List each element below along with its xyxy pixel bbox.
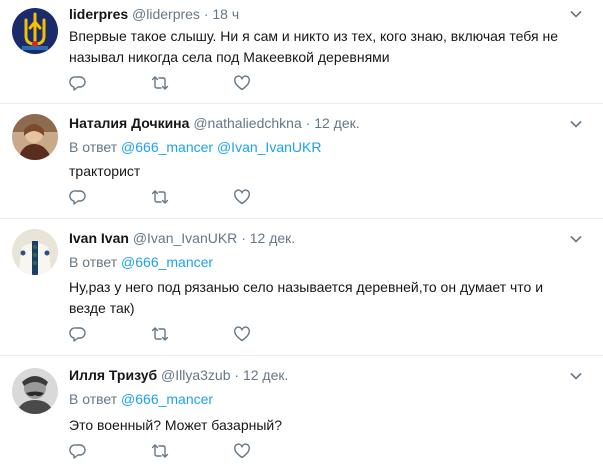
avatar[interactable] — [12, 229, 58, 275]
timestamp[interactable]: 12 дек. — [314, 115, 359, 131]
chevron-down-icon — [570, 235, 582, 243]
avatar[interactable] — [12, 114, 58, 160]
tweet-menu-button[interactable] — [569, 369, 583, 383]
reply-icon — [69, 444, 86, 459]
mention-link[interactable]: @Ivan_IvanUKR — [217, 139, 321, 155]
reply-button[interactable] — [69, 325, 87, 343]
timestamp[interactable]: 18 ч — [212, 6, 239, 22]
retweet-icon — [151, 76, 169, 90]
like-button[interactable] — [233, 442, 251, 460]
retweet-button[interactable] — [151, 442, 169, 460]
reply-prefix: В ответ — [69, 391, 118, 407]
chevron-down-icon — [570, 120, 582, 128]
retweet-button[interactable] — [151, 74, 169, 92]
reply-icon — [69, 327, 86, 342]
person-photo-icon — [12, 114, 58, 160]
user-handle[interactable]: @Ivan_IvanUKR — [133, 230, 237, 246]
separator: · — [234, 367, 240, 383]
tweet-menu-button[interactable] — [569, 7, 583, 21]
user-handle[interactable]: @nathaliedchkna — [193, 115, 301, 131]
mustached-portrait-icon — [12, 368, 58, 414]
reply-context: В ответ @666_mancer — [69, 252, 567, 272]
tweet-text: тракторист — [69, 163, 141, 179]
mention-link[interactable]: @666_mancer — [121, 139, 213, 155]
timestamp[interactable]: 12 дек. — [243, 367, 288, 383]
reply-icon — [69, 76, 86, 91]
separator: · — [241, 230, 246, 246]
avatar[interactable] — [12, 8, 58, 54]
tweet-header: Ivan Ivan @Ivan_IvanUKR · 12 дек. — [69, 228, 567, 248]
reply-context: В ответ @666_mancer — [69, 389, 567, 409]
reply-context: В ответ @666_mancer @Ivan_IvanUKR — [69, 137, 567, 157]
reply-icon — [69, 190, 86, 205]
reply-button[interactable] — [69, 74, 87, 92]
retweet-button[interactable] — [151, 325, 169, 343]
mention-link[interactable]: @666_mancer — [121, 254, 213, 270]
reply-prefix: В ответ — [69, 139, 118, 155]
tweet-header: Наталия Дочкина @nathaliedchkna · 12 дек… — [69, 113, 567, 133]
user-handle[interactable]: @Illya3zub — [161, 367, 230, 383]
chevron-down-icon — [570, 372, 582, 380]
display-name[interactable]: Наталия Дочкина — [69, 115, 189, 131]
chevron-down-icon — [570, 10, 582, 18]
avatar[interactable] — [12, 368, 58, 414]
tweet-menu-button[interactable] — [569, 232, 583, 246]
tweet-menu-button[interactable] — [569, 117, 583, 131]
retweet-icon — [151, 327, 169, 341]
embroidered-shirt-icon — [12, 229, 58, 275]
display-name[interactable]: Илля Тризуб — [69, 367, 157, 383]
like-button[interactable] — [233, 188, 251, 206]
timestamp[interactable]: 12 дек. — [250, 230, 295, 246]
mention-link[interactable]: @666_mancer — [121, 391, 213, 407]
display-name[interactable]: liderpres — [69, 6, 128, 22]
display-name[interactable]: Ivan Ivan — [69, 230, 129, 246]
heart-icon — [234, 326, 250, 342]
tweet[interactable]: Наталия Дочкина @nathaliedchkna · 12 дек… — [0, 104, 603, 219]
like-button[interactable] — [233, 74, 251, 92]
tweet-header: liderpres @liderpres · 18 ч — [69, 4, 567, 24]
tweet[interactable]: Илля Тризуб @Illya3zub · 12 дек. В ответ… — [0, 356, 603, 470]
trident-emblem-icon — [12, 8, 58, 54]
heart-icon — [234, 75, 250, 91]
tweet[interactable]: liderpres @liderpres · 18 ч Впервые тако… — [0, 0, 603, 104]
tweet-text: Это военный? Может базарный? — [69, 417, 283, 433]
tweet-text: Ну,раз у него под рязанью село называетс… — [69, 279, 544, 316]
retweet-button[interactable] — [151, 188, 169, 206]
user-handle[interactable]: @liderpres — [132, 6, 200, 22]
heart-icon — [234, 443, 250, 459]
tweet-text: Впервые такое слышу. Ни я сам и никто из… — [69, 28, 558, 65]
like-button[interactable] — [233, 325, 251, 343]
tweet[interactable]: Ivan Ivan @Ivan_IvanUKR · 12 дек. В отве… — [0, 219, 603, 356]
separator: · — [203, 6, 209, 22]
tweet-header: Илля Тризуб @Illya3zub · 12 дек. — [69, 365, 567, 385]
reply-button[interactable] — [69, 188, 87, 206]
reply-prefix: В ответ — [69, 254, 118, 270]
heart-icon — [234, 189, 250, 205]
retweet-icon — [151, 190, 169, 204]
reply-button[interactable] — [69, 442, 87, 460]
retweet-icon — [151, 444, 169, 458]
separator: · — [305, 115, 311, 131]
